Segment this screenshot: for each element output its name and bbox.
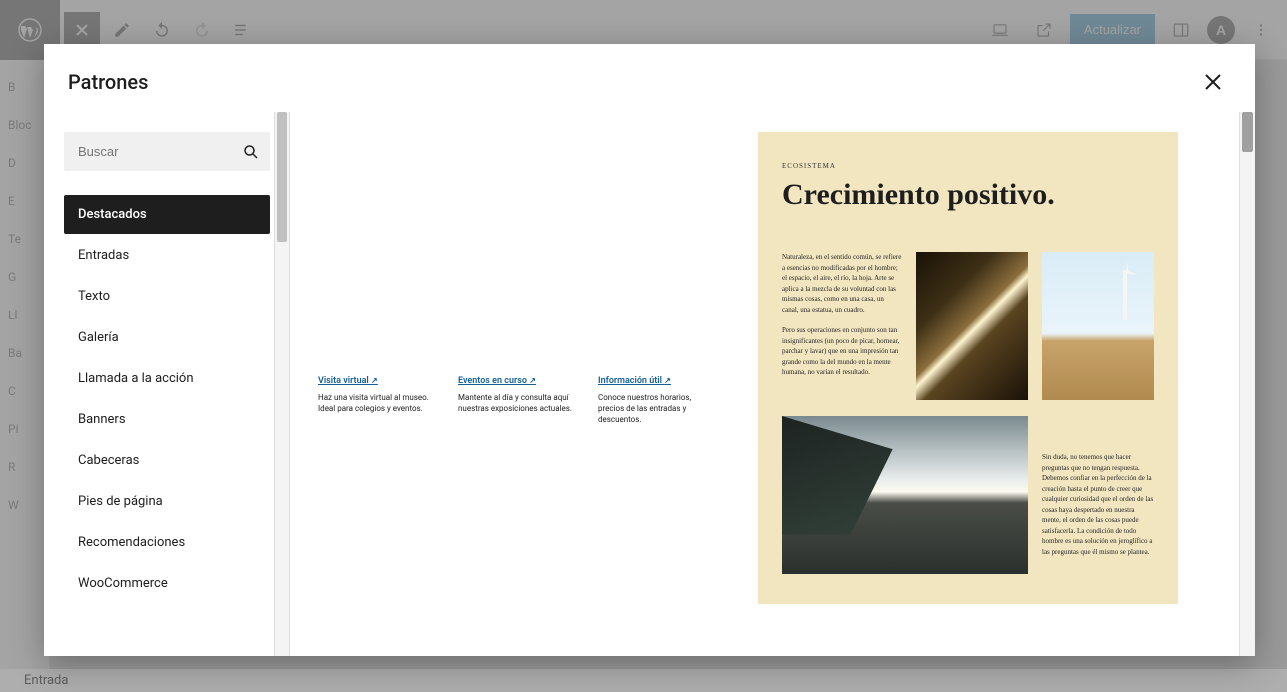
patterns-preview-area: Visita virtual ↗ Haz una visita virtual a… <box>290 112 1239 656</box>
scrollbar-thumb[interactable] <box>277 112 287 242</box>
pattern-eyebrow: ECOSISTEMA <box>782 162 1154 170</box>
search-box <box>64 132 270 171</box>
pattern-image-forest <box>916 252 1028 400</box>
scrollbar-thumb[interactable] <box>1242 112 1253 152</box>
pattern-paragraph: Pero sus operaciones en conjunto son tan… <box>782 325 902 378</box>
link-title: Visita virtual ↗ <box>318 376 378 386</box>
modal-title: Patrones <box>68 70 148 94</box>
search-icon <box>242 143 260 161</box>
pattern-image-windmill <box>1042 252 1154 400</box>
pattern-title: Crecimiento positivo. <box>782 178 1154 212</box>
close-icon <box>1201 70 1225 94</box>
category-item-banners[interactable]: Banners <box>64 400 270 439</box>
preview-scrollbar[interactable] <box>1239 112 1255 656</box>
patterns-modal: Patrones DestacadosEntradasTextoGaleríaL… <box>44 44 1255 656</box>
pattern-paragraph: Sin duda, no tenemos que hacer preguntas… <box>1042 416 1154 574</box>
link-title: Información útil ↗ <box>598 376 671 386</box>
category-list: DestacadosEntradasTextoGaleríaLlamada a … <box>64 195 270 603</box>
link-arrow-icon: ↗ <box>371 376 378 385</box>
category-item-entradas[interactable]: Entradas <box>64 236 270 275</box>
search-input[interactable] <box>64 132 270 171</box>
category-item-recomendaciones[interactable]: Recomendaciones <box>64 523 270 562</box>
pattern-text-block: Naturaleza, en el sentido común, se refi… <box>782 252 902 400</box>
modal-close-button[interactable] <box>1195 64 1231 100</box>
category-item-destacados[interactable]: Destacados <box>64 195 270 234</box>
sidebar-scrollbar[interactable] <box>274 112 290 656</box>
link-description: Conoce nuestros horarios, precios de las… <box>598 392 718 426</box>
category-item-cabeceras[interactable]: Cabeceras <box>64 441 270 480</box>
link-column: Eventos en curso ↗ Mantente al día y cons… <box>458 376 578 426</box>
link-arrow-icon: ↗ <box>664 376 671 385</box>
category-item-texto[interactable]: Texto <box>64 277 270 316</box>
category-item-galería[interactable]: Galería <box>64 318 270 357</box>
category-item-llamada-a-la-acción[interactable]: Llamada a la acción <box>64 359 270 398</box>
pattern-preview-growth[interactable]: ECOSISTEMA Crecimiento positivo. Natural… <box>758 132 1178 604</box>
link-description: Haz una visita virtual al museo. Ideal p… <box>318 392 438 414</box>
link-description: Mantente al día y consulta aquí nuestras… <box>458 392 578 414</box>
category-item-woocommerce[interactable]: WooCommerce <box>64 564 270 603</box>
pattern-preview-links[interactable]: Visita virtual ↗ Haz una visita virtual a… <box>318 132 718 426</box>
link-arrow-icon: ↗ <box>529 376 536 385</box>
pattern-paragraph: Naturaleza, en el sentido común, se refi… <box>782 252 902 315</box>
pattern-image-coast <box>782 416 1028 574</box>
patterns-sidebar: DestacadosEntradasTextoGaleríaLlamada a … <box>44 112 274 656</box>
link-column: Información útil ↗ Conoce nuestros horari… <box>598 376 718 426</box>
link-title: Eventos en curso ↗ <box>458 376 536 386</box>
link-column: Visita virtual ↗ Haz una visita virtual a… <box>318 376 438 426</box>
category-item-pies-de-página[interactable]: Pies de página <box>64 482 270 521</box>
